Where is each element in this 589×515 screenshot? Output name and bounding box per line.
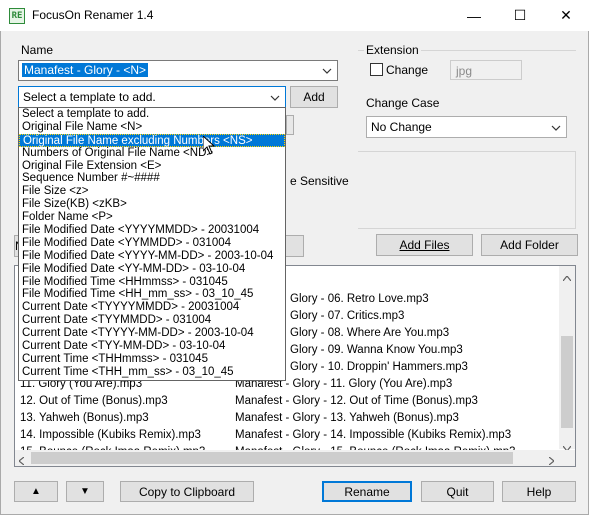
list-item[interactable]: Glory - 10. Droppin' Hammers.mp3 xyxy=(290,359,468,376)
scroll-right-icon[interactable] xyxy=(548,454,555,468)
template-dropdown-list[interactable]: Select a template to add. Original File … xyxy=(18,107,286,381)
template-option[interactable]: File Modified Time <HH_mm_ss> - 03_10_45 xyxy=(19,288,285,301)
template-select[interactable]: Select a template to add. xyxy=(18,86,286,108)
list-item[interactable]: Manafest - Glory - 13. Yahweh (Bonus).mp… xyxy=(235,410,459,427)
name-label: Name xyxy=(21,43,54,57)
change-case-select[interactable]: No Change xyxy=(366,116,567,138)
template-option[interactable]: File Size <z> xyxy=(19,185,285,198)
maximize-button[interactable]: ☐ xyxy=(497,0,543,31)
copy-to-clipboard-label: Copy to Clipboard xyxy=(138,484,236,499)
template-option[interactable]: Numbers of Original File Name <ND> xyxy=(19,147,285,160)
move-down-button[interactable]: ▼ xyxy=(66,481,104,502)
change-case-value: No Change xyxy=(371,120,432,134)
add-folder-label: Add Folder xyxy=(500,238,559,252)
scroll-left-icon[interactable] xyxy=(18,454,25,468)
quit-label: Quit xyxy=(446,484,469,499)
move-up-button[interactable]: ▲ xyxy=(14,481,58,502)
add-folder-button[interactable]: Add Folder xyxy=(481,234,578,256)
horizontal-scrollbar[interactable] xyxy=(15,450,559,466)
change-extension-label[interactable]: Change xyxy=(386,63,428,77)
extension-label: Extension xyxy=(364,43,421,57)
chevron-down-icon[interactable] xyxy=(267,90,283,106)
template-option[interactable]: File Modified Date <YYMMDD> - 031004 xyxy=(19,237,285,250)
add-files-button[interactable]: Add Files xyxy=(376,234,473,256)
window-title: FocusOn Renamer 1.4 xyxy=(32,8,154,22)
mouse-cursor-icon xyxy=(202,134,216,158)
close-button[interactable]: ✕ xyxy=(543,0,589,31)
template-select-value: Select a template to add. xyxy=(23,90,156,104)
minimize-button[interactable]: — xyxy=(451,0,497,31)
scroll-thumb[interactable] xyxy=(31,452,513,464)
case-sensitive-label: e Sensitive xyxy=(290,174,349,188)
list-item[interactable]: Glory - 07. Critics.mp3 xyxy=(290,308,404,325)
template-option[interactable]: Folder Name <P> xyxy=(19,211,285,224)
chevron-down-icon[interactable] xyxy=(319,63,335,79)
template-option[interactable]: File Modified Date <YYYYMMDD> - 20031004 xyxy=(19,224,285,237)
change-case-label: Change Case xyxy=(366,96,440,110)
list-item[interactable]: Glory - 09. Wanna Know You.mp3 xyxy=(290,342,463,359)
template-option[interactable]: File Modified Time <HHmmss> - 031045 xyxy=(19,276,285,289)
template-option[interactable]: Current Date <TYYMMDD> - 031004 xyxy=(19,314,285,327)
template-option-highlighted[interactable]: Original File Name excluding Numbers <NS… xyxy=(19,133,285,147)
help-button[interactable]: Help xyxy=(502,481,576,502)
template-option[interactable]: Original File Extension <E> xyxy=(19,160,285,173)
hidden-spinner[interactable] xyxy=(286,115,294,135)
copy-to-clipboard-button[interactable]: Copy to Clipboard xyxy=(120,481,254,502)
template-option[interactable]: File Modified Date <YYYY-MM-DD> - 2003-1… xyxy=(19,250,285,263)
template-option[interactable]: File Modified Date <YY-MM-DD> - 03-10-04 xyxy=(19,263,285,276)
scroll-up-icon[interactable] xyxy=(562,270,572,284)
quit-button[interactable]: Quit xyxy=(421,481,494,502)
list-item[interactable]: Manafest - Glory - 12. Out of Time (Bonu… xyxy=(235,393,478,410)
template-option[interactable]: Sequence Number #~#### xyxy=(19,172,285,185)
extension-field: jpg xyxy=(450,60,522,80)
options-group xyxy=(358,151,576,229)
template-option[interactable]: File Size(KB) <zKB> xyxy=(19,198,285,211)
template-option[interactable]: Current Time <THHmmss> - 031045 xyxy=(19,353,285,366)
hidden-button-2[interactable] xyxy=(284,235,304,257)
template-option[interactable]: Current Time <THH_mm_ss> - 03_10_45 xyxy=(19,366,285,379)
chevron-down-icon[interactable] xyxy=(548,120,564,136)
list-item[interactable]: Glory - 08. Where Are You.mp3 xyxy=(290,325,449,342)
name-combo[interactable]: Manafest - Glory - <N> xyxy=(18,60,338,81)
scroll-thumb[interactable] xyxy=(561,336,573,428)
template-option[interactable]: Current Date <TYY-MM-DD> - 03-10-04 xyxy=(19,340,285,353)
change-extension-checkbox[interactable] xyxy=(370,63,383,76)
scroll-corner xyxy=(559,450,575,466)
list-item[interactable]: Glory - 06. Retro Love.mp3 xyxy=(290,291,429,308)
list-item[interactable]: 12. Out of Time (Bonus).mp3 xyxy=(20,393,168,410)
help-label: Help xyxy=(526,484,552,499)
template-option[interactable]: Current Date <TYYYY-MM-DD> - 2003-10-04 xyxy=(19,327,285,340)
template-option[interactable]: Current Date <TYYYYMMDD> - 20031004 xyxy=(19,301,285,314)
add-template-button[interactable]: Add xyxy=(290,86,338,108)
list-item[interactable]: Manafest - Glory - 14. Impossible (Kubik… xyxy=(235,427,511,444)
template-option[interactable]: Original File Name <N> xyxy=(19,121,285,134)
list-item[interactable]: 14. Impossible (Kubiks Remix).mp3 xyxy=(20,427,201,444)
rename-button[interactable]: Rename xyxy=(322,481,412,502)
name-value[interactable]: Manafest - Glory - <N> xyxy=(22,63,149,77)
list-item[interactable]: 13. Yahweh (Bonus).mp3 xyxy=(20,410,149,427)
add-files-label: Add Files xyxy=(399,238,450,252)
app-icon: RE xyxy=(9,8,25,24)
rename-label: Rename xyxy=(344,484,390,499)
vertical-scrollbar[interactable] xyxy=(559,266,575,452)
template-option[interactable]: Select a template to add. xyxy=(19,108,285,121)
